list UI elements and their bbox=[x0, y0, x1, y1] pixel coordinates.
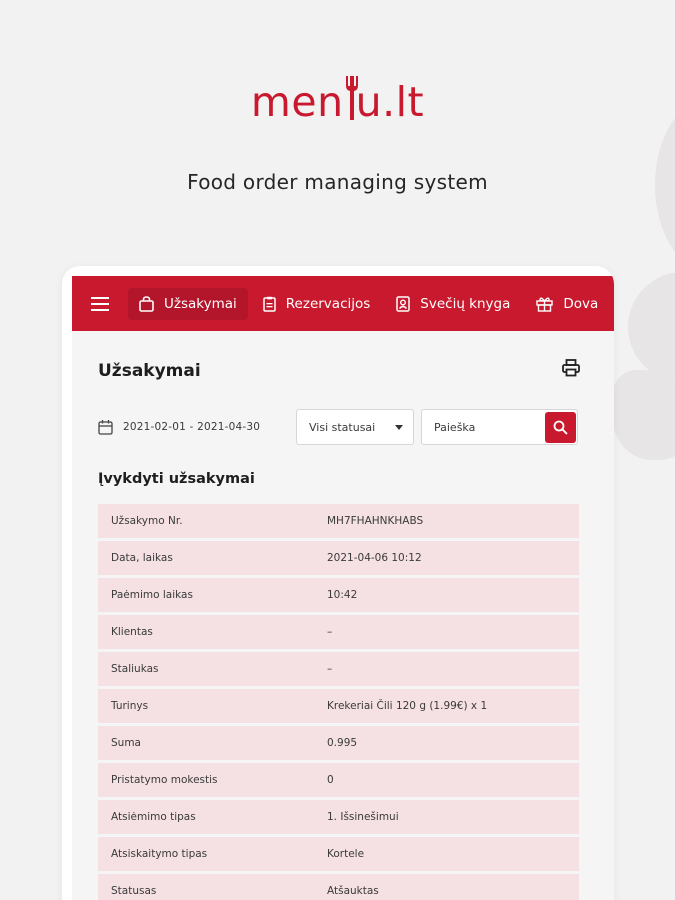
search-box bbox=[421, 409, 578, 445]
logo-text-end: u.lt bbox=[355, 78, 425, 126]
nav-item-gifts[interactable]: Dova bbox=[525, 288, 609, 320]
section-title: Įvykdyti užsakymai bbox=[98, 471, 255, 487]
detail-row: Statusas Atšauktas bbox=[98, 874, 579, 900]
shopping-bag-icon bbox=[139, 295, 154, 312]
detail-value: 0 bbox=[327, 774, 334, 786]
status-select[interactable]: Visi statusai bbox=[296, 409, 414, 445]
detail-label: Staliukas bbox=[111, 663, 159, 675]
nav-item-guest-book[interactable]: Svečių knyga bbox=[385, 288, 521, 320]
app-screen: Užsakymai Rezervacijos Svečių knyga Dova… bbox=[72, 276, 614, 900]
order-details-table: Užsakymo Nr. MH7FHAHNKHABS Data, laikas 20… bbox=[98, 504, 579, 900]
search-icon bbox=[553, 420, 568, 435]
hamburger-icon bbox=[91, 296, 109, 311]
page-title: Užsakymai bbox=[98, 361, 201, 381]
detail-label: Užsakymo Nr. bbox=[111, 515, 183, 527]
logo-text-start: men bbox=[250, 78, 344, 126]
detail-value: – bbox=[327, 663, 333, 675]
detail-label: Data, laikas bbox=[111, 552, 173, 564]
detail-row: Data, laikas 2021-04-06 10:12 bbox=[98, 541, 579, 575]
detail-label: Statusas bbox=[111, 885, 157, 897]
detail-row: Atsiskaitymo tipas Kortele bbox=[98, 837, 579, 871]
detail-value: 2021-04-06 10:12 bbox=[327, 552, 422, 564]
clipboard-icon bbox=[263, 296, 276, 312]
page: men u.lt Food order managing system Užsa… bbox=[0, 0, 675, 900]
decorative-shape bbox=[612, 370, 675, 460]
detail-row: Užsakymo Nr. MH7FHAHNKHABS bbox=[98, 504, 579, 538]
detail-row: Suma 0.995 bbox=[98, 726, 579, 760]
tagline: Food order managing system bbox=[187, 170, 488, 194]
detail-value: 10:42 bbox=[327, 589, 358, 601]
filters-bar: 2021-02-01 - 2021-04-30 Visi statusai bbox=[98, 409, 588, 445]
detail-row: Turinys Krekeriai Čili 120 g (1.99€) x 1 bbox=[98, 689, 579, 723]
gift-icon bbox=[536, 296, 554, 312]
main-content: Užsakymai 2021-02-01 - 2021-04-30 Visi s… bbox=[98, 331, 588, 900]
nav-item-label: Rezervacijos bbox=[285, 295, 371, 312]
nav-item-label: Dova bbox=[563, 295, 599, 312]
search-button[interactable] bbox=[545, 412, 576, 443]
detail-row: Paėmimo laikas 10:42 bbox=[98, 578, 579, 612]
nav-item-orders[interactable]: Užsakymai bbox=[128, 287, 248, 320]
detail-label: Turinys bbox=[111, 700, 149, 712]
detail-label: Klientas bbox=[111, 626, 153, 638]
nav-item-label: Užsakymai bbox=[164, 295, 237, 312]
detail-value: – bbox=[327, 626, 333, 638]
fork-icon bbox=[345, 76, 358, 120]
print-button[interactable] bbox=[562, 359, 584, 381]
tablet-frame: Užsakymai Rezervacijos Svečių knyga Dova… bbox=[62, 266, 614, 900]
detail-value: Kortele bbox=[327, 848, 365, 860]
detail-label: Paėmimo laikas bbox=[111, 589, 193, 601]
detail-row: Pristatymo mokestis 0 bbox=[98, 763, 579, 797]
detail-value: 0.995 bbox=[327, 737, 358, 749]
brand-logo: men u.lt bbox=[0, 76, 675, 126]
top-navbar: Užsakymai Rezervacijos Svečių knyga Dova bbox=[72, 276, 614, 331]
nav-item-label: Svečių knyga bbox=[420, 295, 511, 312]
detail-label: Suma bbox=[111, 737, 141, 749]
detail-label: Pristatymo mokestis bbox=[111, 774, 218, 786]
guest-book-icon bbox=[396, 295, 411, 312]
detail-label: Atsiėmimo tipas bbox=[111, 811, 196, 823]
detail-value: Atšauktas bbox=[327, 885, 379, 897]
detail-value: Krekeriai Čili 120 g (1.99€) x 1 bbox=[327, 700, 488, 712]
date-range-picker[interactable]: 2021-02-01 - 2021-04-30 bbox=[98, 409, 260, 445]
printer-icon bbox=[562, 359, 580, 377]
menu-button[interactable] bbox=[72, 276, 128, 331]
decorative-shape bbox=[628, 272, 675, 382]
detail-row: Klientas – bbox=[98, 615, 579, 649]
nav-item-reservations[interactable]: Rezervacijos bbox=[252, 288, 382, 320]
title-row: Užsakymai bbox=[98, 331, 588, 387]
chevron-down-icon bbox=[395, 425, 403, 430]
calendar-icon bbox=[98, 420, 113, 435]
search-input[interactable] bbox=[422, 410, 542, 444]
date-range-text: 2021-02-01 - 2021-04-30 bbox=[123, 421, 261, 433]
detail-row: Staliukas – bbox=[98, 652, 579, 686]
detail-row: Atsiėmimo tipas 1. Išsinešimui bbox=[98, 800, 579, 834]
status-select-value: Visi statusai bbox=[309, 420, 376, 434]
detail-label: Atsiskaitymo tipas bbox=[111, 848, 208, 860]
detail-value: 1. Išsinešimui bbox=[327, 811, 399, 823]
detail-value: MH7FHAHNKHABS bbox=[327, 515, 424, 527]
